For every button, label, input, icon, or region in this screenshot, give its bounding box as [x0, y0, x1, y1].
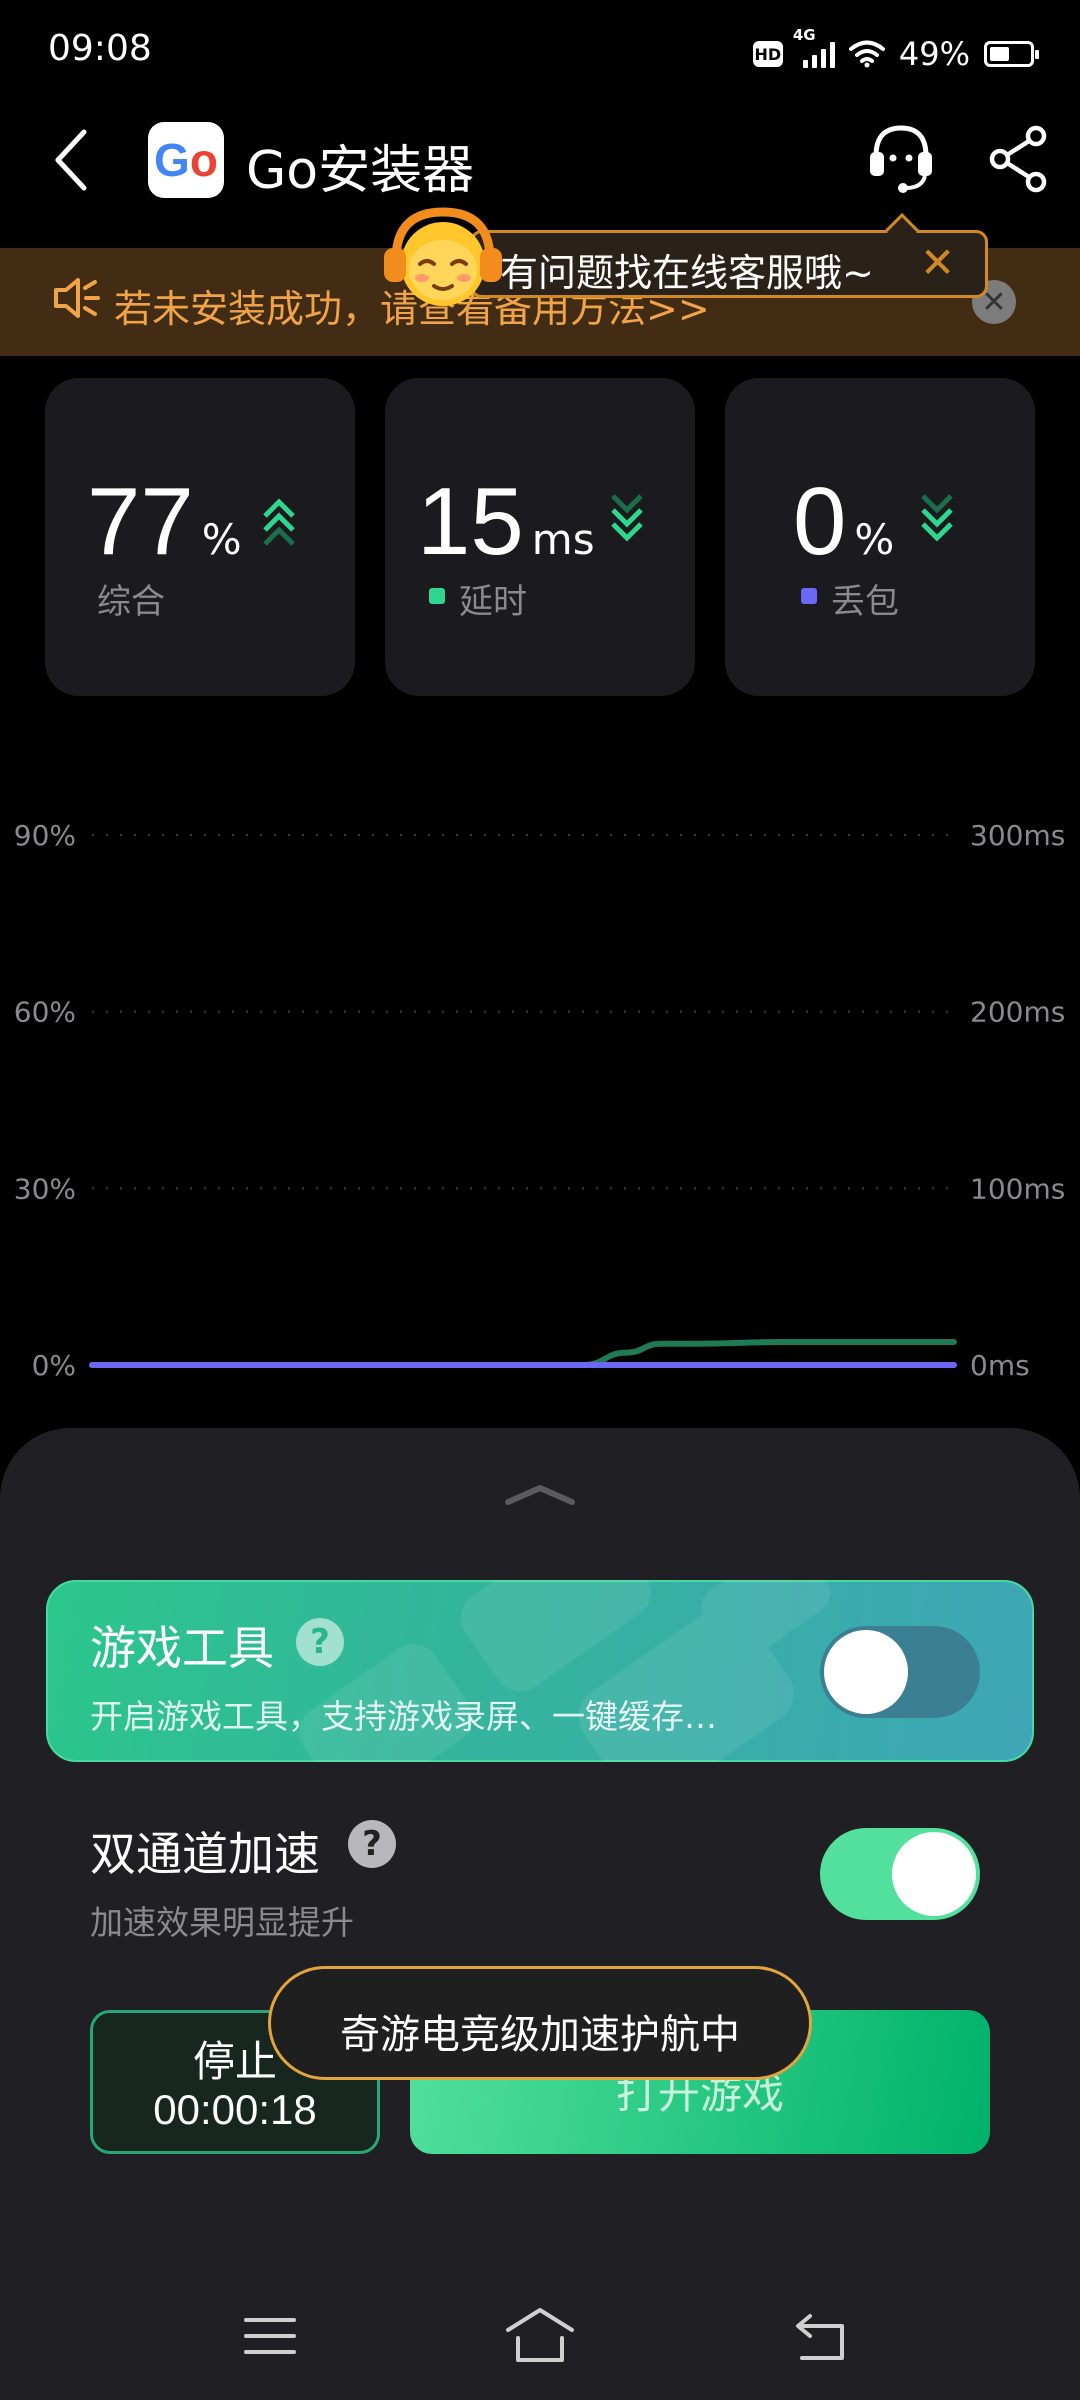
status-icons: HD 4G 49%	[752, 26, 1039, 78]
customer-service-icon[interactable]	[862, 118, 940, 196]
wifi-icon	[848, 40, 885, 68]
dual-channel-title: 双通道加速	[90, 1827, 320, 1881]
battery-icon	[984, 41, 1039, 67]
speaker-icon	[54, 278, 100, 318]
cell-signal-icon: 4G	[793, 26, 835, 68]
game-tools-title: 游戏工具	[90, 1621, 274, 1675]
menu-icon[interactable]	[242, 2312, 298, 2360]
tooltip-close-button[interactable]: ✕	[920, 236, 955, 290]
packet-loss-label: 丢包	[831, 582, 899, 622]
trend-up-icon	[263, 498, 295, 546]
latency-label: 延时	[459, 582, 527, 622]
chart-left-tick: 90%	[14, 819, 76, 852]
toggle-knob	[892, 1832, 976, 1916]
overall-label: 综合	[97, 582, 165, 622]
back-nav-icon[interactable]	[792, 2310, 850, 2364]
packet-loss-legend-dot	[801, 588, 817, 604]
dual-channel-help-icon[interactable]: ?	[348, 1820, 396, 1868]
chart-left-tick: 60%	[14, 996, 76, 1029]
game-tools-description: 开启游戏工具，支持游戏录屏、一键缓存…	[90, 1697, 717, 1736]
acceleration-toast-text: 奇游电竞级加速护航中	[340, 2012, 740, 2058]
latency-series-line	[89, 1339, 957, 1368]
page-title: Go安装器	[246, 141, 475, 201]
network-type: 4G	[792, 26, 816, 44]
share-icon[interactable]	[986, 124, 1050, 194]
latency-chart: 90% 60% 30% 0% 300ms 200ms 100ms 0ms	[14, 819, 1066, 1382]
stat-card-latency: 15 ms 延时	[385, 378, 695, 696]
chart-left-tick: 0%	[32, 1349, 76, 1382]
game-tools-help-icon[interactable]: ?	[296, 1618, 344, 1666]
app-icon-letters: Go	[154, 133, 218, 187]
chart-right-tick: 200ms	[970, 996, 1065, 1029]
chart-left-tick: 30%	[14, 1172, 76, 1205]
overall-unit: %	[201, 515, 242, 564]
dual-channel-toggle[interactable]	[820, 1828, 980, 1920]
trend-down-icon	[921, 494, 953, 542]
back-button[interactable]	[44, 120, 104, 200]
mascot-icon	[384, 207, 502, 306]
battery-percent: 49%	[898, 35, 970, 73]
tooltip-text[interactable]: 有问题找在线客服哦~	[500, 242, 874, 297]
latency-unit: ms	[531, 515, 595, 564]
packet-loss-value: 0	[793, 468, 847, 575]
trend-down-icon	[611, 494, 643, 542]
status-time: 09:08	[48, 28, 152, 69]
app-icon-letter: o	[189, 134, 218, 186]
overall-value: 77	[87, 468, 194, 575]
hd-icon: HD	[752, 41, 783, 67]
app-icon: Go	[148, 122, 224, 198]
packet-loss-unit: %	[854, 515, 895, 564]
stat-card-overall: 77 % 综合	[45, 378, 355, 696]
game-tools-toggle[interactable]	[820, 1626, 980, 1718]
chart-right-tick: 300ms	[970, 819, 1065, 852]
app-icon-letter: G	[154, 134, 190, 186]
session-timer: 00:00:18	[153, 2086, 317, 2133]
chart-right-tick: 100ms	[970, 1172, 1065, 1205]
toggle-knob	[824, 1630, 908, 1714]
expand-handle-icon[interactable]	[500, 1480, 580, 1510]
chart-right-tick: 0ms	[970, 1349, 1030, 1382]
home-icon[interactable]	[504, 2304, 576, 2366]
latency-legend-dot	[429, 588, 445, 604]
latency-value: 15	[417, 468, 524, 575]
dual-channel-description: 加速效果明显提升	[90, 1903, 354, 1942]
stat-card-packet-loss: 0 % 丢包	[725, 378, 1035, 696]
